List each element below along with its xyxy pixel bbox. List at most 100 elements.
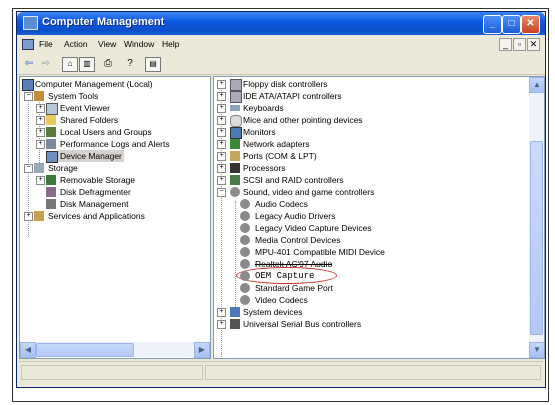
scroll-down-button[interactable]: ▼ (529, 342, 544, 358)
menu-help[interactable]: Help (162, 39, 179, 49)
status-segment (21, 365, 203, 380)
device-video-codecs[interactable]: Video Codecs (240, 294, 530, 306)
back-arrow-icon[interactable]: ⇦ (22, 57, 36, 70)
device-oem-capture[interactable]: OEM Capture (240, 270, 530, 282)
expand-icon[interactable]: + (217, 308, 226, 317)
tree-item-local-users-and-groups[interactable]: + Local Users and Groups (36, 126, 206, 138)
expand-icon[interactable]: + (217, 104, 226, 113)
device-category-sound[interactable]: − Sound, video and game controllers (217, 186, 517, 198)
left-horizontal-scrollbar[interactable]: ◀ ▶ (20, 342, 210, 358)
tree-item-services-and-applications[interactable]: + Services and Applications (24, 210, 204, 222)
device-category-network[interactable]: + Network adapters (217, 138, 517, 150)
expand-icon[interactable]: + (36, 128, 45, 137)
scroll-up-button[interactable]: ▲ (529, 77, 544, 93)
collapse-icon[interactable]: − (217, 188, 226, 197)
expand-icon[interactable]: + (24, 212, 33, 221)
sound-device-icon (240, 211, 250, 221)
expand-icon[interactable]: + (217, 92, 226, 101)
tree-item-removable-storage[interactable]: + Removable Storage (36, 174, 206, 186)
tree-item-system-tools[interactable]: − System Tools (24, 90, 204, 102)
expand-icon[interactable]: + (217, 128, 226, 137)
help-icon[interactable]: ? (123, 57, 137, 70)
network-adapter-icon (230, 139, 240, 149)
device-category-ide[interactable]: + IDE ATA/ATAPI controllers (217, 90, 517, 103)
right-vertical-scrollbar[interactable]: ▲ ▼ (529, 77, 544, 358)
child-close-button[interactable]: ✕ (527, 38, 540, 51)
sound-device-icon (240, 199, 250, 209)
removable-storage-icon (46, 175, 56, 185)
scroll-right-button[interactable]: ▶ (194, 342, 210, 358)
close-button[interactable]: ✕ (521, 15, 540, 34)
expand-icon[interactable]: + (36, 140, 45, 149)
device-media-control[interactable]: Media Control Devices (240, 234, 530, 246)
child-minimize-button[interactable]: _ (499, 38, 512, 51)
device-audio-codecs[interactable]: Audio Codecs (240, 198, 530, 210)
keyboard-icon (230, 105, 240, 111)
device-category-monitors[interactable]: + Monitors (217, 126, 517, 139)
port-icon (230, 151, 240, 161)
print-icon[interactable]: ⎙ (101, 57, 115, 70)
expand-icon[interactable]: + (217, 80, 226, 89)
up-folder-icon[interactable]: ⌂ (62, 57, 78, 72)
show-hide-tree-icon[interactable]: ▥ (79, 57, 95, 72)
window-title: Computer Management (42, 16, 165, 28)
toolbar: ⇦ ⇨ ⌂ ▥ ⎙ ? ▤ (17, 54, 545, 75)
expand-icon[interactable]: + (36, 116, 45, 125)
scroll-thumb[interactable] (530, 141, 543, 335)
collapse-icon[interactable]: − (24, 164, 33, 173)
device-category-mice[interactable]: + Mice and other pointing devices (217, 114, 517, 127)
minimize-button[interactable]: _ (483, 15, 502, 34)
device-mpu401[interactable]: MPU-401 Compatible MIDI Device (240, 246, 530, 258)
tree-item-storage[interactable]: − Storage (24, 162, 204, 174)
tree-item-performance-logs[interactable]: + Performance Logs and Alerts (36, 138, 208, 150)
device-category-keyboards[interactable]: + Keyboards (217, 102, 517, 114)
menu-file[interactable]: File (39, 39, 53, 49)
device-standard-game-port[interactable]: Standard Game Port (240, 282, 530, 294)
expand-icon[interactable]: + (217, 164, 226, 173)
expand-icon[interactable]: + (217, 176, 226, 185)
scroll-thumb[interactable] (36, 343, 134, 357)
device-category-system[interactable]: + System devices (217, 306, 517, 318)
device-legacy-audio[interactable]: Legacy Audio Drivers (240, 210, 530, 222)
console-tree-pane[interactable]: Computer Management (Local) − System Too… (19, 76, 211, 359)
tree-item-device-manager[interactable]: Device Manager (46, 150, 166, 163)
expand-icon[interactable]: + (217, 152, 226, 161)
menu-view[interactable]: View (98, 39, 116, 49)
child-restore-button[interactable]: ▫ (513, 38, 526, 51)
tree-item-shared-folders[interactable]: + Shared Folders (36, 114, 206, 126)
sound-icon (230, 187, 240, 197)
expand-icon[interactable]: + (217, 320, 226, 329)
sound-device-icon (240, 235, 250, 245)
scroll-left-button[interactable]: ◀ (20, 342, 36, 358)
status-bar (19, 361, 543, 382)
computer-management-window: Computer Management _ □ ✕ File Action Vi… (16, 11, 546, 388)
defragmenter-icon (46, 187, 56, 197)
collapse-icon[interactable]: − (24, 92, 33, 101)
properties-icon[interactable]: ▤ (145, 57, 161, 72)
maximize-button[interactable]: □ (502, 15, 521, 34)
device-category-usb[interactable]: + Universal Serial Bus controllers (217, 318, 517, 330)
title-bar[interactable]: Computer Management _ □ ✕ (17, 12, 545, 35)
expand-icon[interactable]: + (36, 176, 45, 185)
device-category-scsi[interactable]: + SCSI and RAID controllers (217, 174, 517, 186)
computer-management-icon (23, 16, 38, 30)
menu-action[interactable]: Action (64, 39, 88, 49)
forward-arrow-icon[interactable]: ⇨ (39, 57, 53, 70)
expand-icon[interactable]: + (217, 140, 226, 149)
users-icon (46, 127, 56, 137)
tree-item-disk-management[interactable]: Disk Management (46, 198, 206, 210)
tree-item-disk-defragmenter[interactable]: Disk Defragmenter (46, 186, 206, 198)
device-category-processors[interactable]: + Processors (217, 162, 517, 174)
device-tree-pane[interactable]: + Floppy disk controllers + IDE ATA/ATAP… (213, 76, 545, 359)
device-category-ports[interactable]: + Ports (COM & LPT) (217, 150, 517, 162)
menu-window[interactable]: Window (124, 39, 154, 49)
expand-icon[interactable]: + (217, 116, 226, 125)
storage-icon (34, 163, 44, 173)
document-icon[interactable] (22, 39, 34, 50)
processor-icon (230, 163, 240, 173)
tree-item-computer-management[interactable]: Computer Management (Local) (22, 78, 208, 91)
device-legacy-video-capture[interactable]: Legacy Video Capture Devices (240, 222, 530, 234)
device-category-floppy[interactable]: + Floppy disk controllers (217, 78, 517, 91)
expand-icon[interactable]: + (36, 104, 45, 113)
tree-item-event-viewer[interactable]: + Event Viewer (36, 102, 206, 115)
